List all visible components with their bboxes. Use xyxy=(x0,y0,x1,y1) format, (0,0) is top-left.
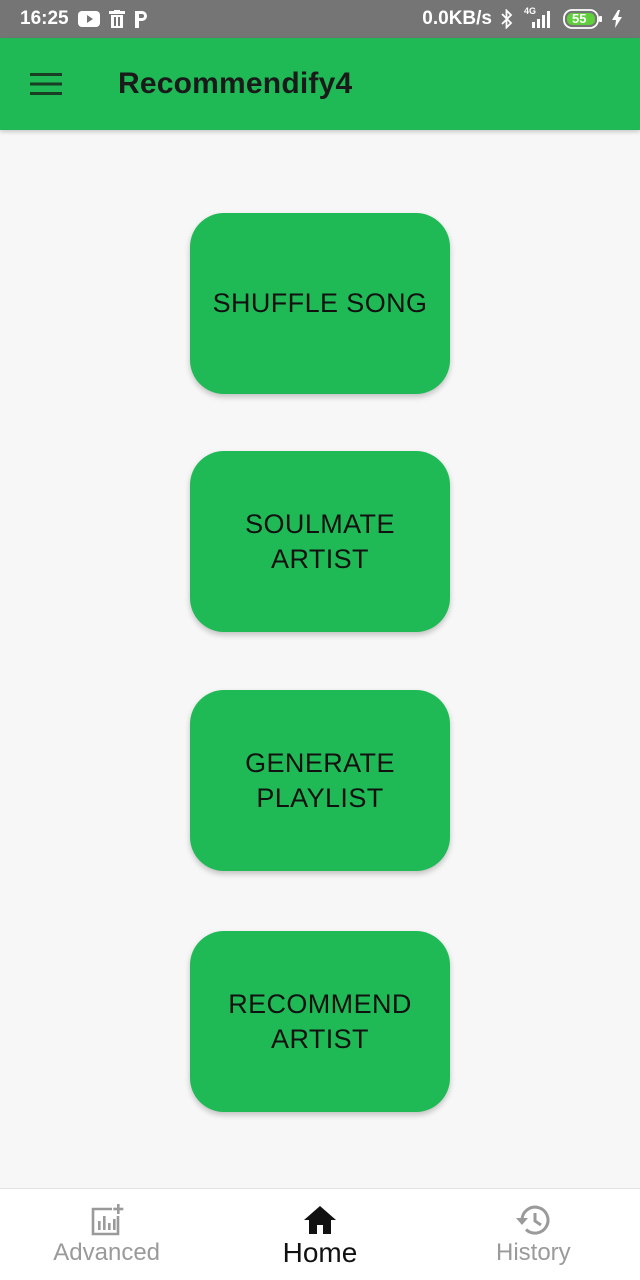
nav-item-advanced[interactable]: Advanced xyxy=(0,1189,213,1280)
chart-add-icon xyxy=(90,1203,124,1237)
bluetooth-icon xyxy=(501,9,513,29)
nav-item-home[interactable]: Home xyxy=(213,1189,426,1280)
battery-level: 55 xyxy=(572,11,587,26)
nav-label-advanced: Advanced xyxy=(53,1239,161,1266)
status-bar: 16:25 0.0KB/s 4G 55 xyxy=(0,0,640,38)
nav-item-history[interactable]: History xyxy=(427,1189,640,1280)
hamburger-menu-icon[interactable] xyxy=(16,54,76,114)
soulmate-artist-button[interactable]: SOULMATE ARTIST xyxy=(190,451,450,632)
recommend-artist-label: RECOMMEND ARTIST xyxy=(228,988,412,1054)
bottom-navigation: Advanced Home History xyxy=(0,1188,640,1280)
shuffle-song-label: SHUFFLE SONG xyxy=(212,288,428,318)
home-icon xyxy=(303,1203,337,1237)
app-title: Recommendify4 xyxy=(118,67,353,100)
nav-label-history: History xyxy=(495,1239,571,1266)
app-bar: Recommendify4 xyxy=(0,38,640,130)
generate-playlist-button[interactable]: GENERATE PLAYLIST xyxy=(190,690,450,871)
charging-icon xyxy=(612,10,622,28)
shuffle-song-button[interactable]: SHUFFLE SONG xyxy=(190,213,450,394)
generate-playlist-label: GENERATE PLAYLIST xyxy=(245,747,395,813)
network-speed: 0.0KB/s xyxy=(422,8,492,29)
recommend-artist-button[interactable]: RECOMMEND ARTIST xyxy=(190,931,450,1112)
network-type: 4G xyxy=(524,6,537,16)
trash-icon xyxy=(108,10,125,28)
nav-label-home: Home xyxy=(282,1237,358,1268)
battery-icon: 55 xyxy=(563,9,603,29)
history-icon xyxy=(515,1203,551,1237)
status-time: 16:25 xyxy=(20,8,69,29)
soulmate-artist-label: SOULMATE ARTIST xyxy=(245,508,395,574)
main-content: SHUFFLE SONG SOULMATE ARTIST GENERATE PL… xyxy=(0,130,640,1188)
signal-icon: 4G xyxy=(522,6,554,28)
youtube-icon xyxy=(77,11,100,27)
parking-icon xyxy=(134,10,148,28)
